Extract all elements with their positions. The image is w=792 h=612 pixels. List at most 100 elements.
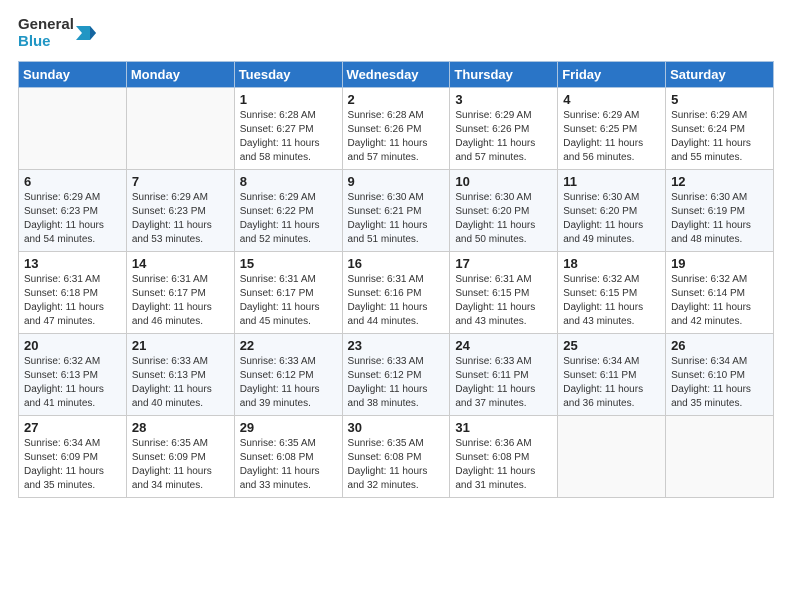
weekday-header-sunday: Sunday	[19, 61, 127, 87]
calendar-cell: 31Sunrise: 6:36 AM Sunset: 6:08 PM Dayli…	[450, 415, 558, 497]
day-info: Sunrise: 6:35 AM Sunset: 6:08 PM Dayligh…	[348, 437, 445, 493]
logo-text-block: General Blue	[18, 16, 74, 51]
day-info: Sunrise: 6:30 AM Sunset: 6:21 PM Dayligh…	[348, 191, 445, 247]
day-info: Sunrise: 6:30 AM Sunset: 6:19 PM Dayligh…	[671, 191, 768, 247]
day-info: Sunrise: 6:28 AM Sunset: 6:26 PM Dayligh…	[348, 109, 445, 165]
weekday-header-thursday: Thursday	[450, 61, 558, 87]
calendar-cell: 28Sunrise: 6:35 AM Sunset: 6:09 PM Dayli…	[126, 415, 234, 497]
day-number: 1	[240, 92, 337, 107]
calendar-cell: 8 Sunrise: 6:29 AM Sunset: 6:22 PM Daylig…	[234, 169, 342, 251]
day-info: Sunrise: 6:31 AM Sunset: 6:16 PM Dayligh…	[348, 273, 445, 329]
day-number: 6	[24, 174, 121, 189]
day-number: 24	[455, 338, 552, 353]
week-row-1: 1 Sunrise: 6:28 AM Sunset: 6:27 PM Daylig…	[19, 87, 774, 169]
day-number: 9	[348, 174, 445, 189]
calendar-cell: 24 Sunrise: 6:33 AM Sunset: 6:11 PM Dayli…	[450, 333, 558, 415]
day-number: 4	[563, 92, 660, 107]
calendar-cell	[666, 415, 774, 497]
day-info: Sunrise: 6:32 AM Sunset: 6:13 PM Dayligh…	[24, 355, 121, 411]
day-info: Sunrise: 6:35 AM Sunset: 6:09 PM Dayligh…	[132, 437, 229, 493]
day-info: Sunrise: 6:29 AM Sunset: 6:22 PM Dayligh…	[240, 191, 337, 247]
day-number: 7	[132, 174, 229, 189]
weekday-header-row: SundayMondayTuesdayWednesdayThursdayFrid…	[19, 61, 774, 87]
calendar-cell: 16 Sunrise: 6:31 AM Sunset: 6:16 PM Dayli…	[342, 251, 450, 333]
day-info: Sunrise: 6:30 AM Sunset: 6:20 PM Dayligh…	[563, 191, 660, 247]
day-info: Sunrise: 6:33 AM Sunset: 6:12 PM Dayligh…	[240, 355, 337, 411]
logo-general: General	[18, 16, 74, 33]
day-number: 11	[563, 174, 660, 189]
calendar-cell: 2 Sunrise: 6:28 AM Sunset: 6:26 PM Daylig…	[342, 87, 450, 169]
day-number: 5	[671, 92, 768, 107]
day-number: 29	[240, 420, 337, 435]
logo-container: General Blue	[18, 16, 96, 51]
weekday-header-friday: Friday	[558, 61, 666, 87]
day-number: 22	[240, 338, 337, 353]
day-info: Sunrise: 6:29 AM Sunset: 6:25 PM Dayligh…	[563, 109, 660, 165]
day-info: Sunrise: 6:29 AM Sunset: 6:24 PM Dayligh…	[671, 109, 768, 165]
header: General Blue	[18, 16, 774, 51]
day-number: 2	[348, 92, 445, 107]
calendar-cell: 11 Sunrise: 6:30 AM Sunset: 6:20 PM Dayli…	[558, 169, 666, 251]
calendar-cell: 5 Sunrise: 6:29 AM Sunset: 6:24 PM Daylig…	[666, 87, 774, 169]
weekday-header-wednesday: Wednesday	[342, 61, 450, 87]
day-number: 23	[348, 338, 445, 353]
calendar-cell: 27 Sunrise: 6:34 AM Sunset: 6:09 PM Dayli…	[19, 415, 127, 497]
day-info: Sunrise: 6:33 AM Sunset: 6:12 PM Dayligh…	[348, 355, 445, 411]
calendar-cell: 4 Sunrise: 6:29 AM Sunset: 6:25 PM Daylig…	[558, 87, 666, 169]
day-number: 8	[240, 174, 337, 189]
calendar-cell: 3Sunrise: 6:29 AM Sunset: 6:26 PM Daylig…	[450, 87, 558, 169]
day-info: Sunrise: 6:31 AM Sunset: 6:15 PM Dayligh…	[455, 273, 552, 329]
weekday-header-saturday: Saturday	[666, 61, 774, 87]
day-number: 13	[24, 256, 121, 271]
calendar-cell: 13 Sunrise: 6:31 AM Sunset: 6:18 PM Dayli…	[19, 251, 127, 333]
day-number: 12	[671, 174, 768, 189]
calendar-cell: 6 Sunrise: 6:29 AM Sunset: 6:23 PM Daylig…	[19, 169, 127, 251]
day-info: Sunrise: 6:29 AM Sunset: 6:26 PM Dayligh…	[455, 109, 552, 165]
calendar-cell	[126, 87, 234, 169]
logo-arrow-icon	[76, 18, 96, 48]
day-info: Sunrise: 6:31 AM Sunset: 6:17 PM Dayligh…	[132, 273, 229, 329]
calendar-cell: 12 Sunrise: 6:30 AM Sunset: 6:19 PM Dayli…	[666, 169, 774, 251]
day-number: 30	[348, 420, 445, 435]
calendar-cell: 9 Sunrise: 6:30 AM Sunset: 6:21 PM Daylig…	[342, 169, 450, 251]
day-number: 16	[348, 256, 445, 271]
day-info: Sunrise: 6:31 AM Sunset: 6:17 PM Dayligh…	[240, 273, 337, 329]
day-info: Sunrise: 6:33 AM Sunset: 6:13 PM Dayligh…	[132, 355, 229, 411]
calendar-cell: 18Sunrise: 6:32 AM Sunset: 6:15 PM Dayli…	[558, 251, 666, 333]
day-info: Sunrise: 6:34 AM Sunset: 6:11 PM Dayligh…	[563, 355, 660, 411]
calendar-cell: 17Sunrise: 6:31 AM Sunset: 6:15 PM Dayli…	[450, 251, 558, 333]
day-number: 31	[455, 420, 552, 435]
calendar-cell: 7Sunrise: 6:29 AM Sunset: 6:23 PM Daylig…	[126, 169, 234, 251]
calendar-cell: 1 Sunrise: 6:28 AM Sunset: 6:27 PM Daylig…	[234, 87, 342, 169]
day-info: Sunrise: 6:33 AM Sunset: 6:11 PM Dayligh…	[455, 355, 552, 411]
day-info: Sunrise: 6:29 AM Sunset: 6:23 PM Dayligh…	[24, 191, 121, 247]
calendar-cell: 20Sunrise: 6:32 AM Sunset: 6:13 PM Dayli…	[19, 333, 127, 415]
day-info: Sunrise: 6:31 AM Sunset: 6:18 PM Dayligh…	[24, 273, 121, 329]
logo: General Blue	[18, 16, 96, 51]
week-row-3: 13 Sunrise: 6:31 AM Sunset: 6:18 PM Dayli…	[19, 251, 774, 333]
day-info: Sunrise: 6:34 AM Sunset: 6:10 PM Dayligh…	[671, 355, 768, 411]
week-row-4: 20Sunrise: 6:32 AM Sunset: 6:13 PM Dayli…	[19, 333, 774, 415]
calendar-cell	[19, 87, 127, 169]
calendar-cell: 25 Sunrise: 6:34 AM Sunset: 6:11 PM Dayli…	[558, 333, 666, 415]
day-number: 10	[455, 174, 552, 189]
day-info: Sunrise: 6:28 AM Sunset: 6:27 PM Dayligh…	[240, 109, 337, 165]
page: General Blue SundayMondayTuesdayWednesda…	[0, 0, 792, 612]
day-number: 27	[24, 420, 121, 435]
calendar-cell: 10Sunrise: 6:30 AM Sunset: 6:20 PM Dayli…	[450, 169, 558, 251]
calendar-cell: 26 Sunrise: 6:34 AM Sunset: 6:10 PM Dayli…	[666, 333, 774, 415]
week-row-2: 6 Sunrise: 6:29 AM Sunset: 6:23 PM Daylig…	[19, 169, 774, 251]
day-info: Sunrise: 6:35 AM Sunset: 6:08 PM Dayligh…	[240, 437, 337, 493]
calendar-cell: 23 Sunrise: 6:33 AM Sunset: 6:12 PM Dayli…	[342, 333, 450, 415]
calendar-cell: 19Sunrise: 6:32 AM Sunset: 6:14 PM Dayli…	[666, 251, 774, 333]
calendar-cell: 30 Sunrise: 6:35 AM Sunset: 6:08 PM Dayli…	[342, 415, 450, 497]
calendar-cell: 22 Sunrise: 6:33 AM Sunset: 6:12 PM Dayli…	[234, 333, 342, 415]
day-info: Sunrise: 6:34 AM Sunset: 6:09 PM Dayligh…	[24, 437, 121, 493]
calendar-table: SundayMondayTuesdayWednesdayThursdayFrid…	[18, 61, 774, 498]
day-number: 25	[563, 338, 660, 353]
logo-blue: Blue	[18, 33, 74, 50]
calendar-cell: 14Sunrise: 6:31 AM Sunset: 6:17 PM Dayli…	[126, 251, 234, 333]
day-number: 21	[132, 338, 229, 353]
calendar-cell: 15Sunrise: 6:31 AM Sunset: 6:17 PM Dayli…	[234, 251, 342, 333]
day-number: 26	[671, 338, 768, 353]
